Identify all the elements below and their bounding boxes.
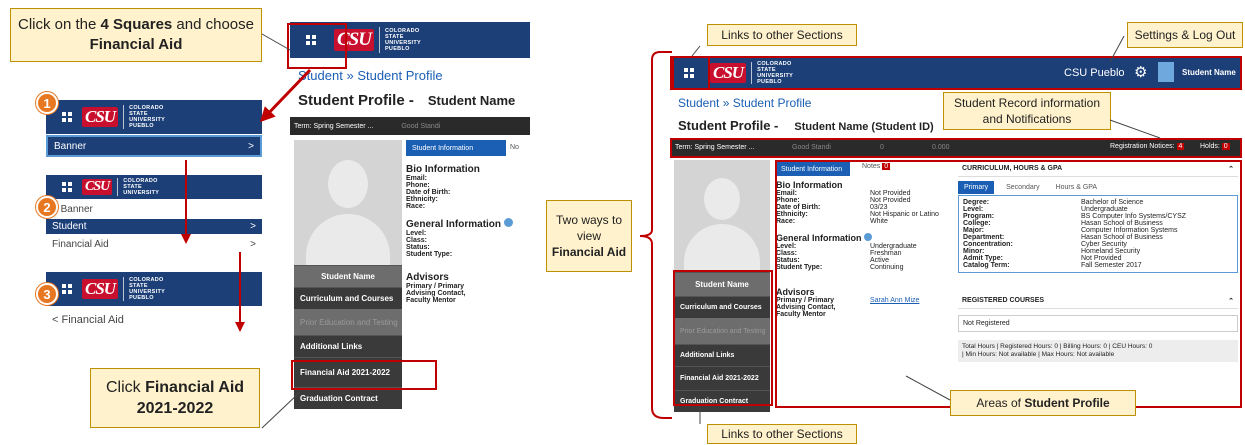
advisors-heading: Advisors [406,272,449,283]
callout-links-bottom: Links to other Sections [707,424,857,444]
highlight-sidebar [673,270,773,406]
sidebar-item-prior-education[interactable]: Prior Education and Testing [294,309,402,335]
step-number-1: 1 [36,92,58,114]
callout-two-ways: Two ways to view Financial Aid [546,200,632,272]
bio-heading: Bio Information [406,164,480,175]
step1-header-bar: CSU COLORADO STATE UNIVERSITY PUEBLO [46,100,262,134]
breadcrumb-student-link[interactable]: Student [298,68,343,83]
chevron-right-icon: > [250,238,256,250]
csu-pueblo-logo: CSU COLORADO STATE UNIVERSITY PUEBLO [334,27,421,53]
highlight-four-squares-middle [287,23,347,69]
chevron-left-icon: < [52,314,59,326]
sidebar-item-additional-links[interactable]: Additional Links [294,335,402,357]
info-icon [503,218,513,227]
sidebar-student-name: Student Name [294,265,402,287]
highlight-term-bar [670,138,1242,158]
tab-student-information[interactable]: Student Information [406,140,506,156]
callout-links-top: Links to other Sections [707,24,857,46]
page-title: Student Profile - Student Name [298,92,516,109]
four-squares-icon[interactable] [62,182,72,192]
callout-record-info: Student Record information and Notificat… [943,92,1111,130]
student-photo [674,160,770,270]
instruction-callout-financial-aid-2021: Click Financial Aid 2021-2022 [90,368,260,428]
tab-notes[interactable]: No [510,140,519,156]
general-heading: General Information [406,218,526,230]
sidebar-item-curriculum[interactable]: Curriculum and Courses [294,287,402,309]
instruction-callout-4-squares: Click on the 4 Squares and choose Financ… [10,8,262,62]
callout-areas: Areas of Student Profile [950,390,1136,416]
step3-header-bar: CSU COLORADO STATE UNIVERSITY PUEBLO [46,272,262,306]
csu-pueblo-logo: CSU COLORADO STATE UNIVERSITY [82,178,159,196]
breadcrumb-profile-link[interactable]: Student Profile [733,96,812,110]
step-number-2: 2 [36,196,58,218]
breadcrumb: Student » Student Profile [678,96,812,110]
term-selector[interactable]: Term: Spring Semester ... [294,123,373,130]
four-squares-icon[interactable] [62,112,72,122]
highlight-four-squares-right [672,56,710,90]
highlight-header-bar [670,56,1242,90]
highlight-financial-aid-middle [291,360,437,390]
callout-settings: Settings & Log Out [1127,22,1243,48]
term-bar: Term: Spring Semester ... Good Standi [290,117,530,135]
highlight-profile-areas [775,160,1242,408]
menu-item-banner-back[interactable]: < Banner [46,202,262,216]
breadcrumb: Student » Student Profile [298,68,443,83]
breadcrumb-profile-link[interactable]: Student Profile [357,68,442,83]
page-title: Student Profile - Student Name (Student I… [678,118,934,133]
menu-item-student[interactable]: Student > [46,219,262,234]
menu-item-financial-aid-back[interactable]: < Financial Aid [46,309,262,331]
step-number-3: 3 [36,283,58,305]
four-squares-icon[interactable] [62,284,72,294]
chevron-right-icon: > [248,140,254,152]
sidebar-item-graduation-contract[interactable]: Graduation Contract [294,387,402,409]
csu-pueblo-logo: CSU COLORADO STATE UNIVERSITY PUEBLO [82,105,165,129]
menu-item-banner[interactable]: Banner > [46,135,262,157]
menu-item-financial-aid[interactable]: Financial Aid > [46,237,262,251]
student-photo [294,140,402,265]
step2-header-bar: CSU COLORADO STATE UNIVERSITY [46,175,262,199]
breadcrumb-student-link[interactable]: Student [678,96,719,110]
chevron-right-icon: > [250,221,256,232]
csu-pueblo-logo: CSU COLORADO STATE UNIVERSITY PUEBLO [82,277,165,301]
